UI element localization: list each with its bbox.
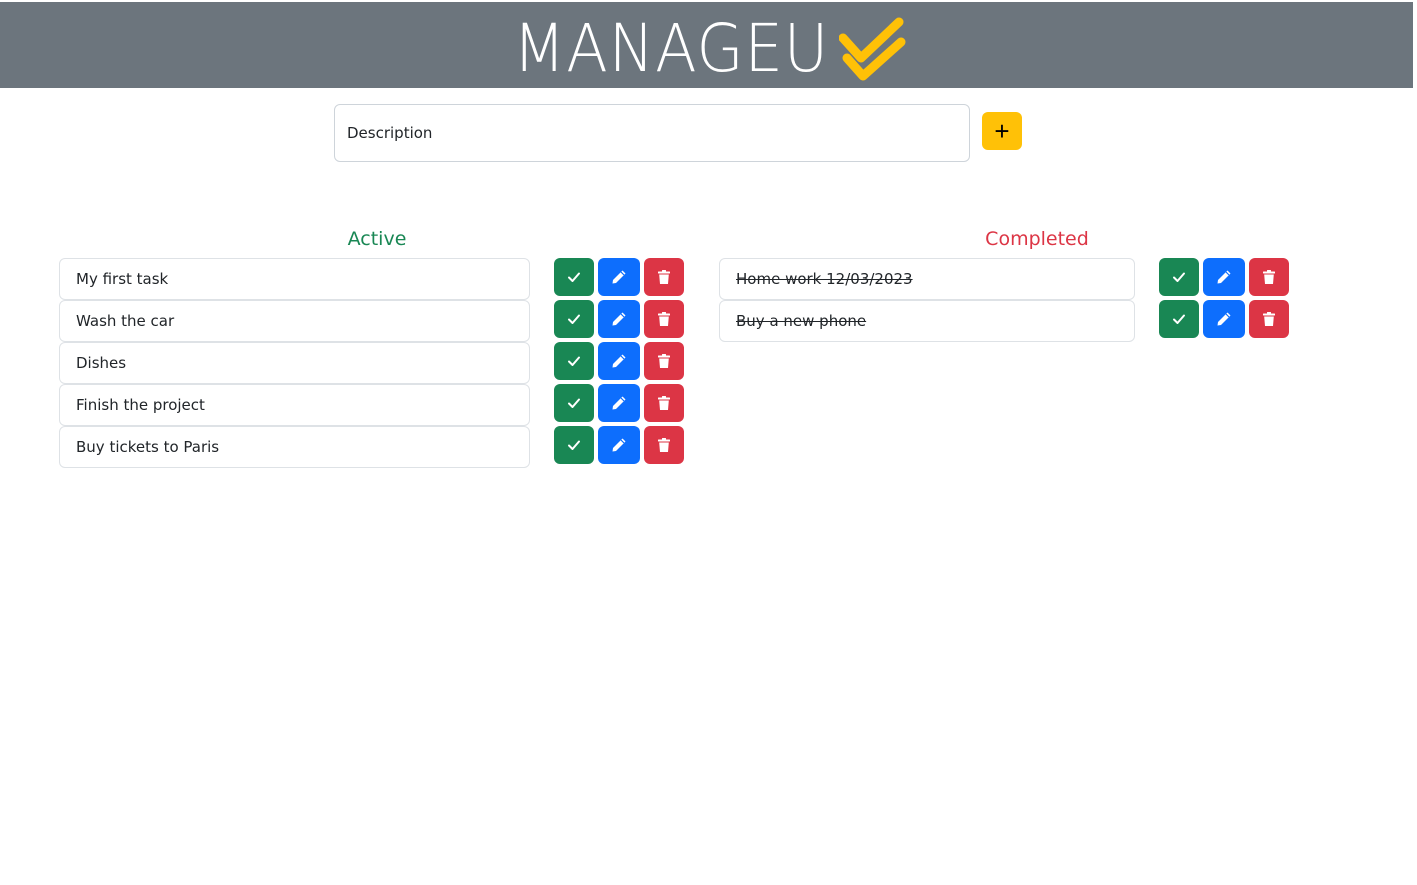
active-edit-button[interactable] xyxy=(598,258,640,296)
trash-icon xyxy=(1262,311,1276,327)
trash-icon xyxy=(657,353,671,369)
pencil-icon xyxy=(611,395,627,411)
active-complete-button[interactable] xyxy=(554,342,594,380)
active-edit-button[interactable] xyxy=(598,300,640,338)
completed-delete-button[interactable] xyxy=(1249,300,1289,338)
active-complete-button[interactable] xyxy=(554,300,594,338)
pencil-icon xyxy=(611,437,627,453)
completed-edit-button[interactable] xyxy=(1203,300,1245,338)
completed-edit-button[interactable] xyxy=(1203,258,1245,296)
active-complete-button[interactable] xyxy=(554,384,594,422)
active-task-item: Dishes xyxy=(59,342,530,384)
double-check-icon xyxy=(839,17,906,81)
active-delete-button[interactable] xyxy=(644,426,684,464)
active-column-title: Active xyxy=(347,228,407,250)
check-icon xyxy=(567,312,581,326)
check-icon xyxy=(1172,270,1186,284)
active-task-item: Wash the car xyxy=(59,300,530,342)
active-edit-button[interactable] xyxy=(598,426,640,464)
completed-complete-button[interactable] xyxy=(1159,300,1199,338)
completed-task-item: Home work 12/03/2023 xyxy=(719,258,1135,300)
active-complete-button[interactable] xyxy=(554,258,594,296)
pencil-icon xyxy=(611,353,627,369)
active-delete-button[interactable] xyxy=(644,258,684,296)
pencil-icon xyxy=(611,269,627,285)
description-input[interactable] xyxy=(334,104,970,162)
app-header: MANAGEU xyxy=(0,2,1413,88)
trash-icon xyxy=(657,437,671,453)
check-icon xyxy=(567,438,581,452)
completed-task-item: Buy a new phone xyxy=(719,300,1135,342)
active-complete-button[interactable] xyxy=(554,426,594,464)
logo-text: MANAGEU xyxy=(513,10,830,87)
app-logo: MANAGEU xyxy=(513,10,906,87)
trash-icon xyxy=(657,395,671,411)
add-task-button[interactable]: + xyxy=(982,112,1022,150)
check-icon xyxy=(567,270,581,284)
active-delete-button[interactable] xyxy=(644,342,684,380)
trash-icon xyxy=(1262,269,1276,285)
check-icon xyxy=(567,396,581,410)
trash-icon xyxy=(657,311,671,327)
pencil-icon xyxy=(611,311,627,327)
active-delete-button[interactable] xyxy=(644,300,684,338)
check-icon xyxy=(1172,312,1186,326)
active-task-item: Buy tickets to Paris xyxy=(59,426,530,468)
active-delete-button[interactable] xyxy=(644,384,684,422)
trash-icon xyxy=(657,269,671,285)
pencil-icon xyxy=(1216,269,1232,285)
pencil-icon xyxy=(1216,311,1232,327)
completed-delete-button[interactable] xyxy=(1249,258,1289,296)
active-edit-button[interactable] xyxy=(598,384,640,422)
active-task-item: Finish the project xyxy=(59,384,530,426)
active-edit-button[interactable] xyxy=(598,342,640,380)
completed-complete-button[interactable] xyxy=(1159,258,1199,296)
active-task-item: My first task xyxy=(59,258,530,300)
check-icon xyxy=(567,354,581,368)
completed-column-title: Completed xyxy=(985,228,1089,250)
